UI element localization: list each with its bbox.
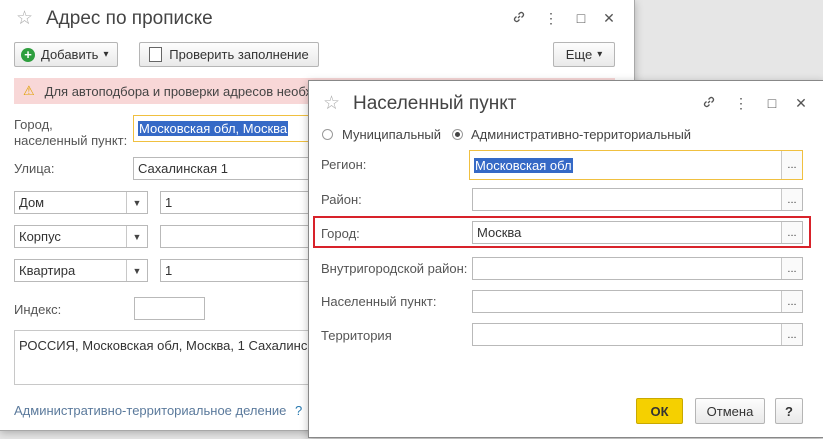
chevron-down-icon: ▾ [597, 49, 603, 60]
check-document-icon [149, 47, 163, 62]
house-input[interactable]: 1 [160, 191, 320, 214]
street-input[interactable]: Сахалинская 1 [133, 157, 333, 180]
cancel-label: Отмена [706, 403, 754, 419]
add-button-label: Добавить [41, 47, 99, 62]
close-icon[interactable]: ✕ [793, 95, 809, 111]
radio-municipal[interactable] [322, 129, 333, 140]
menu-icon[interactable]: ⋮ [543, 10, 559, 26]
settlement-label: Населенный пункт: [321, 294, 437, 309]
ok-button[interactable]: ОК [636, 398, 683, 424]
city-label: Город, населенный пункт: [14, 117, 128, 148]
flat-value: 1 [165, 263, 173, 278]
settlement-input[interactable]: ... [472, 290, 803, 313]
city-choice-button[interactable]: ... [781, 222, 802, 243]
flat-type-select[interactable]: Квартира ▼ [14, 259, 148, 282]
street-label: Улица: [14, 161, 55, 176]
chevron-down-icon: ▼ [126, 260, 147, 281]
intracity-input[interactable]: ... [472, 257, 803, 280]
chevron-down-icon: ▼ [126, 226, 147, 247]
address-presentation: РОССИЯ, Московская обл, Москва, 1 Сахали… [14, 330, 344, 385]
close-icon[interactable]: ✕ [601, 10, 617, 26]
index-input[interactable] [134, 297, 205, 320]
help-icon[interactable]: ? [295, 403, 302, 418]
add-icon: + [21, 47, 35, 62]
house-value: 1 [165, 195, 173, 210]
radio-municipal-label[interactable]: Муниципальный [342, 127, 441, 142]
help-button[interactable]: ? [775, 398, 803, 424]
korpus-input[interactable] [160, 225, 320, 248]
check-fill-label: Проверить заполнение [169, 47, 309, 62]
house-type-select[interactable]: Дом ▼ [14, 191, 148, 214]
flat-type-value: Квартира [19, 263, 76, 278]
city-input[interactable]: Московская обл, Москва [133, 115, 333, 142]
house-type-value: Дом [19, 195, 45, 210]
city-input[interactable]: Москва ... [472, 221, 803, 244]
district-input[interactable]: ... [472, 188, 803, 211]
korpus-type-select[interactable]: Корпус ▼ [14, 225, 148, 248]
street-value: Сахалинская 1 [138, 161, 228, 176]
maximize-icon[interactable]: □ [764, 95, 780, 111]
window-title: Адрес по прописке [46, 8, 213, 29]
flat-input[interactable]: 1 [160, 259, 320, 282]
radio-admin-label[interactable]: Административно-территориальный [471, 127, 691, 142]
more-button[interactable]: Еще ▾ [553, 42, 615, 67]
ok-label: ОК [650, 403, 669, 419]
address-text: РОССИЯ, Московская обл, Москва, 1 Сахали… [19, 338, 314, 353]
district-choice-button[interactable]: ... [781, 189, 802, 210]
index-label: Индекс: [14, 302, 62, 317]
city-value: Москва [477, 225, 522, 240]
warning-text: Для автоподбора и проверки адресов необх [44, 83, 312, 99]
chevron-down-icon: ▼ [126, 192, 147, 213]
district-label: Район: [321, 192, 362, 207]
link-icon[interactable] [701, 95, 717, 112]
more-label: Еще [565, 47, 593, 62]
city-value: Московская обл, Москва [138, 121, 289, 136]
check-fill-button[interactable]: Проверить заполнение [139, 42, 319, 67]
help-label: ? [785, 403, 793, 419]
link-icon[interactable] [511, 10, 527, 27]
add-button[interactable]: + Добавить ▾ [14, 42, 118, 67]
dialog-title: Населенный пункт [353, 93, 517, 114]
radio-admin[interactable] [452, 129, 463, 140]
city-label: Город: [321, 226, 360, 241]
region-label: Регион: [321, 157, 367, 172]
territory-input[interactable]: ... [472, 323, 803, 346]
favorite-star-icon[interactable]: ☆ [16, 7, 33, 30]
settlement-choice-button[interactable]: ... [781, 291, 802, 312]
intracity-choice-button[interactable]: ... [781, 258, 802, 279]
admin-division-link[interactable]: Административно-территориальное деление … [14, 403, 302, 418]
region-input[interactable]: Московская обл ... [469, 150, 803, 180]
favorite-star-icon[interactable]: ☆ [323, 92, 340, 115]
warning-icon: ⚠ [23, 83, 35, 98]
menu-icon[interactable]: ⋮ [733, 95, 749, 111]
region-value: Московская обл [474, 157, 573, 173]
cancel-button[interactable]: Отмена [695, 398, 765, 424]
chevron-down-icon: ▾ [103, 49, 109, 60]
intracity-label: Внутригородской район: [321, 261, 468, 276]
maximize-icon[interactable]: □ [573, 10, 589, 26]
korpus-type-value: Корпус [19, 229, 61, 244]
admin-link-text[interactable]: Административно-территориальное деление [14, 403, 286, 418]
territory-choice-button[interactable]: ... [781, 324, 802, 345]
settlement-dialog: ☆ Населенный пункт ⋮ □ ✕ Муниципальный А… [308, 80, 823, 438]
region-choice-button[interactable]: ... [781, 151, 802, 179]
territory-label: Территория [321, 328, 392, 343]
